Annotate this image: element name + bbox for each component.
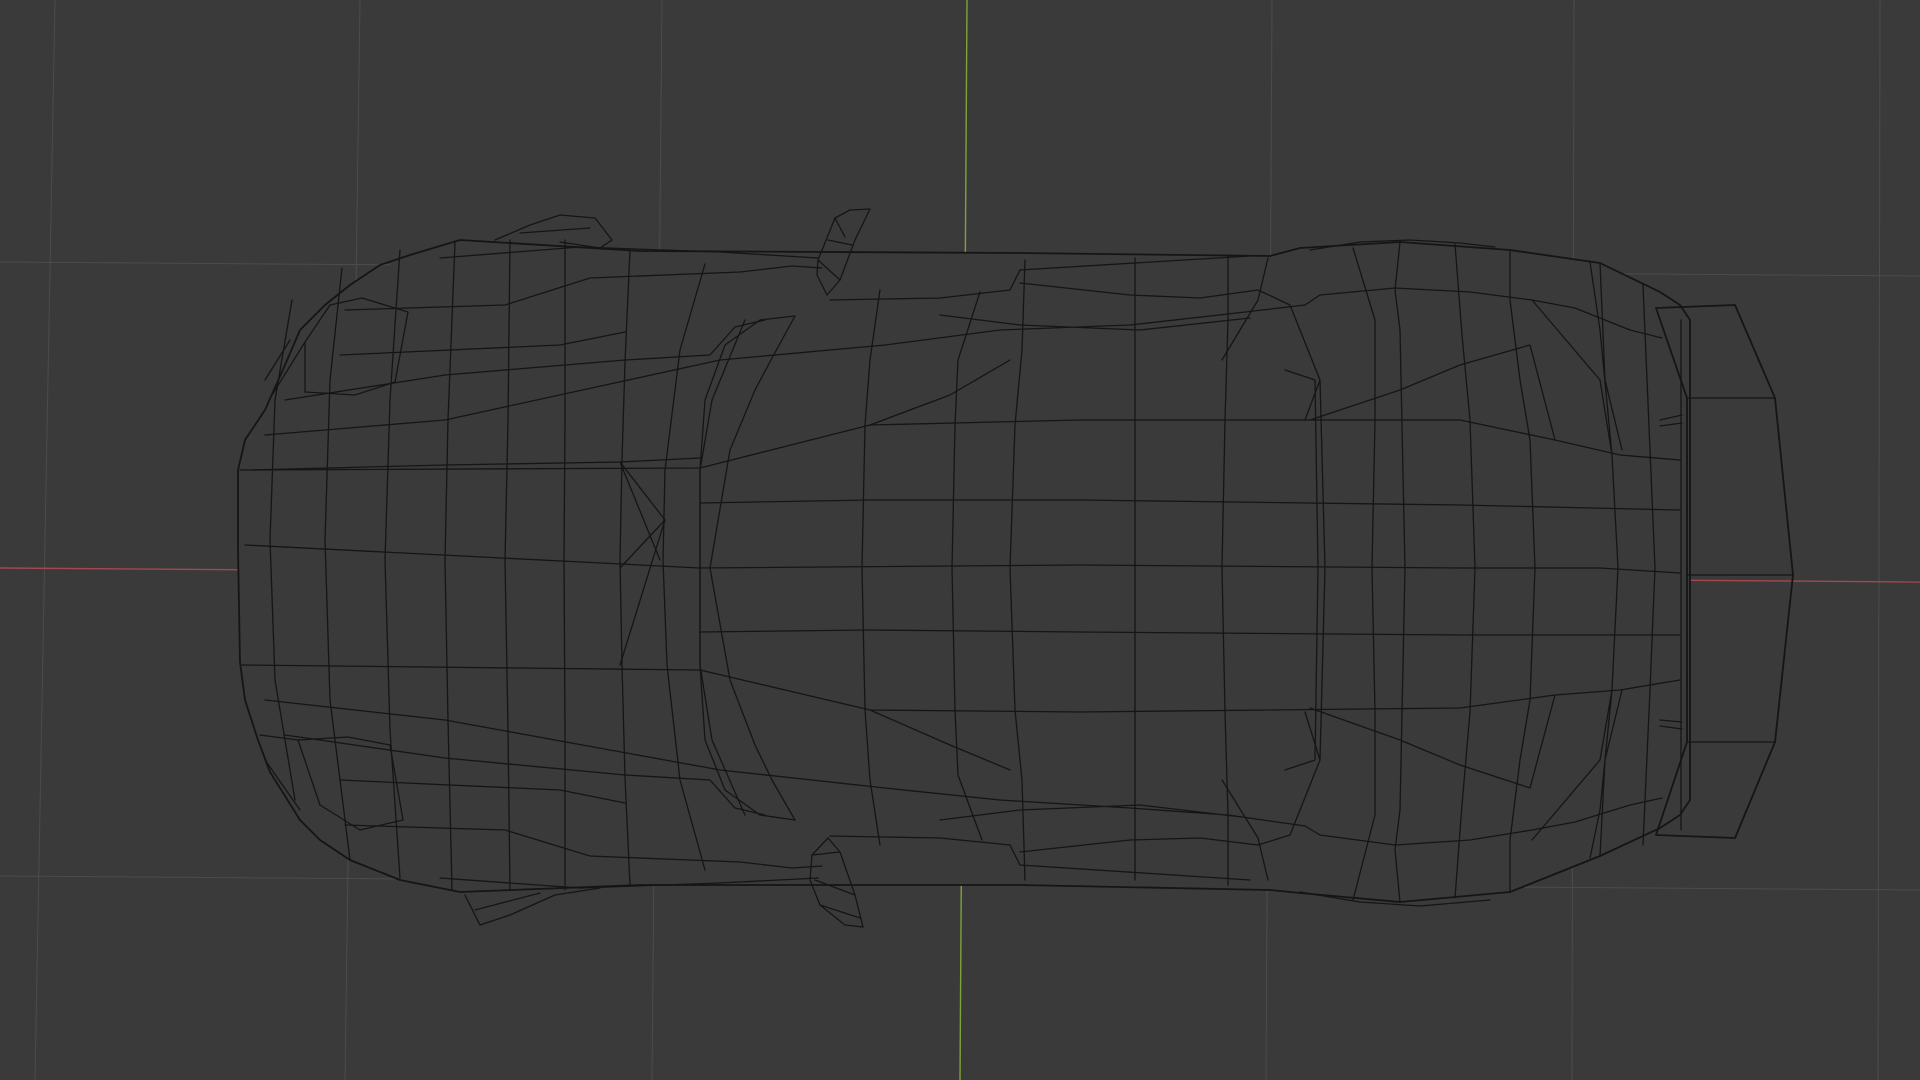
viewport-canvas[interactable]: [0, 0, 1920, 1080]
car-body-fill: [238, 240, 1690, 902]
front-right-arch: [464, 887, 601, 926]
car-wireframe[interactable]: [237, 208, 1794, 928]
3d-viewport[interactable]: [0, 0, 1920, 1080]
rear-spoiler-edge: [1680, 319, 1794, 831]
grid-line-v: [1877, 0, 1881, 1080]
grid-line-v: [34, 0, 56, 1080]
